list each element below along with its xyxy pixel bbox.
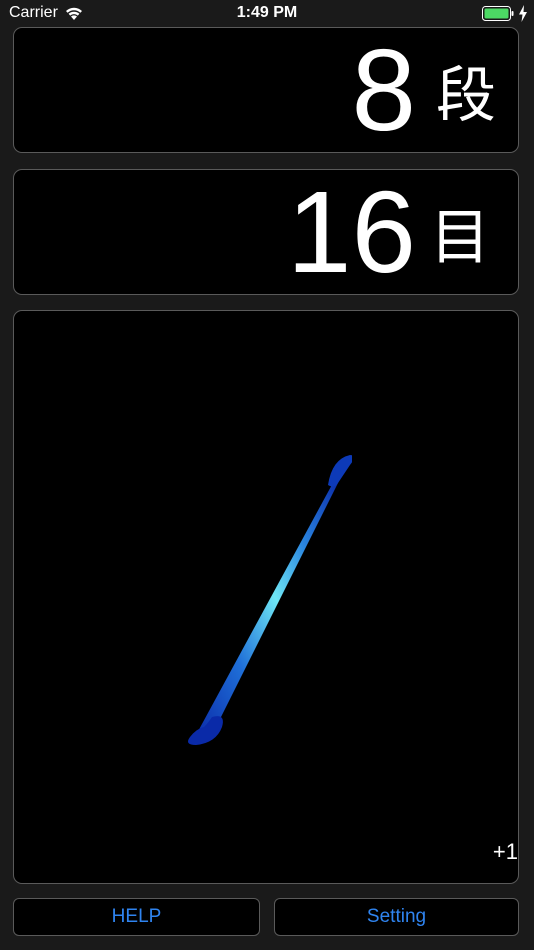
stitch-count-value: 16 [286,167,416,297]
crochet-hook-icon [188,455,352,745]
row-unit-label: 段 [436,61,496,131]
help-button[interactable]: HELP [13,898,260,936]
row-count-value: 8 [351,25,416,155]
setting-button[interactable]: Setting [274,898,519,936]
row-counter-panel[interactable]: 8 段 [13,27,519,153]
status-bar: Carrier 1:49 PM [0,0,534,28]
count-tap-area[interactable]: +1 [13,310,519,884]
status-time: 1:49 PM [236,4,298,21]
battery-icon [482,6,514,21]
charging-bolt-icon [519,5,527,22]
stitch-unit-label: 目 [430,203,490,273]
increment-label: +1 [492,839,518,864]
stitch-counter-panel[interactable]: 16 目 [13,169,519,295]
